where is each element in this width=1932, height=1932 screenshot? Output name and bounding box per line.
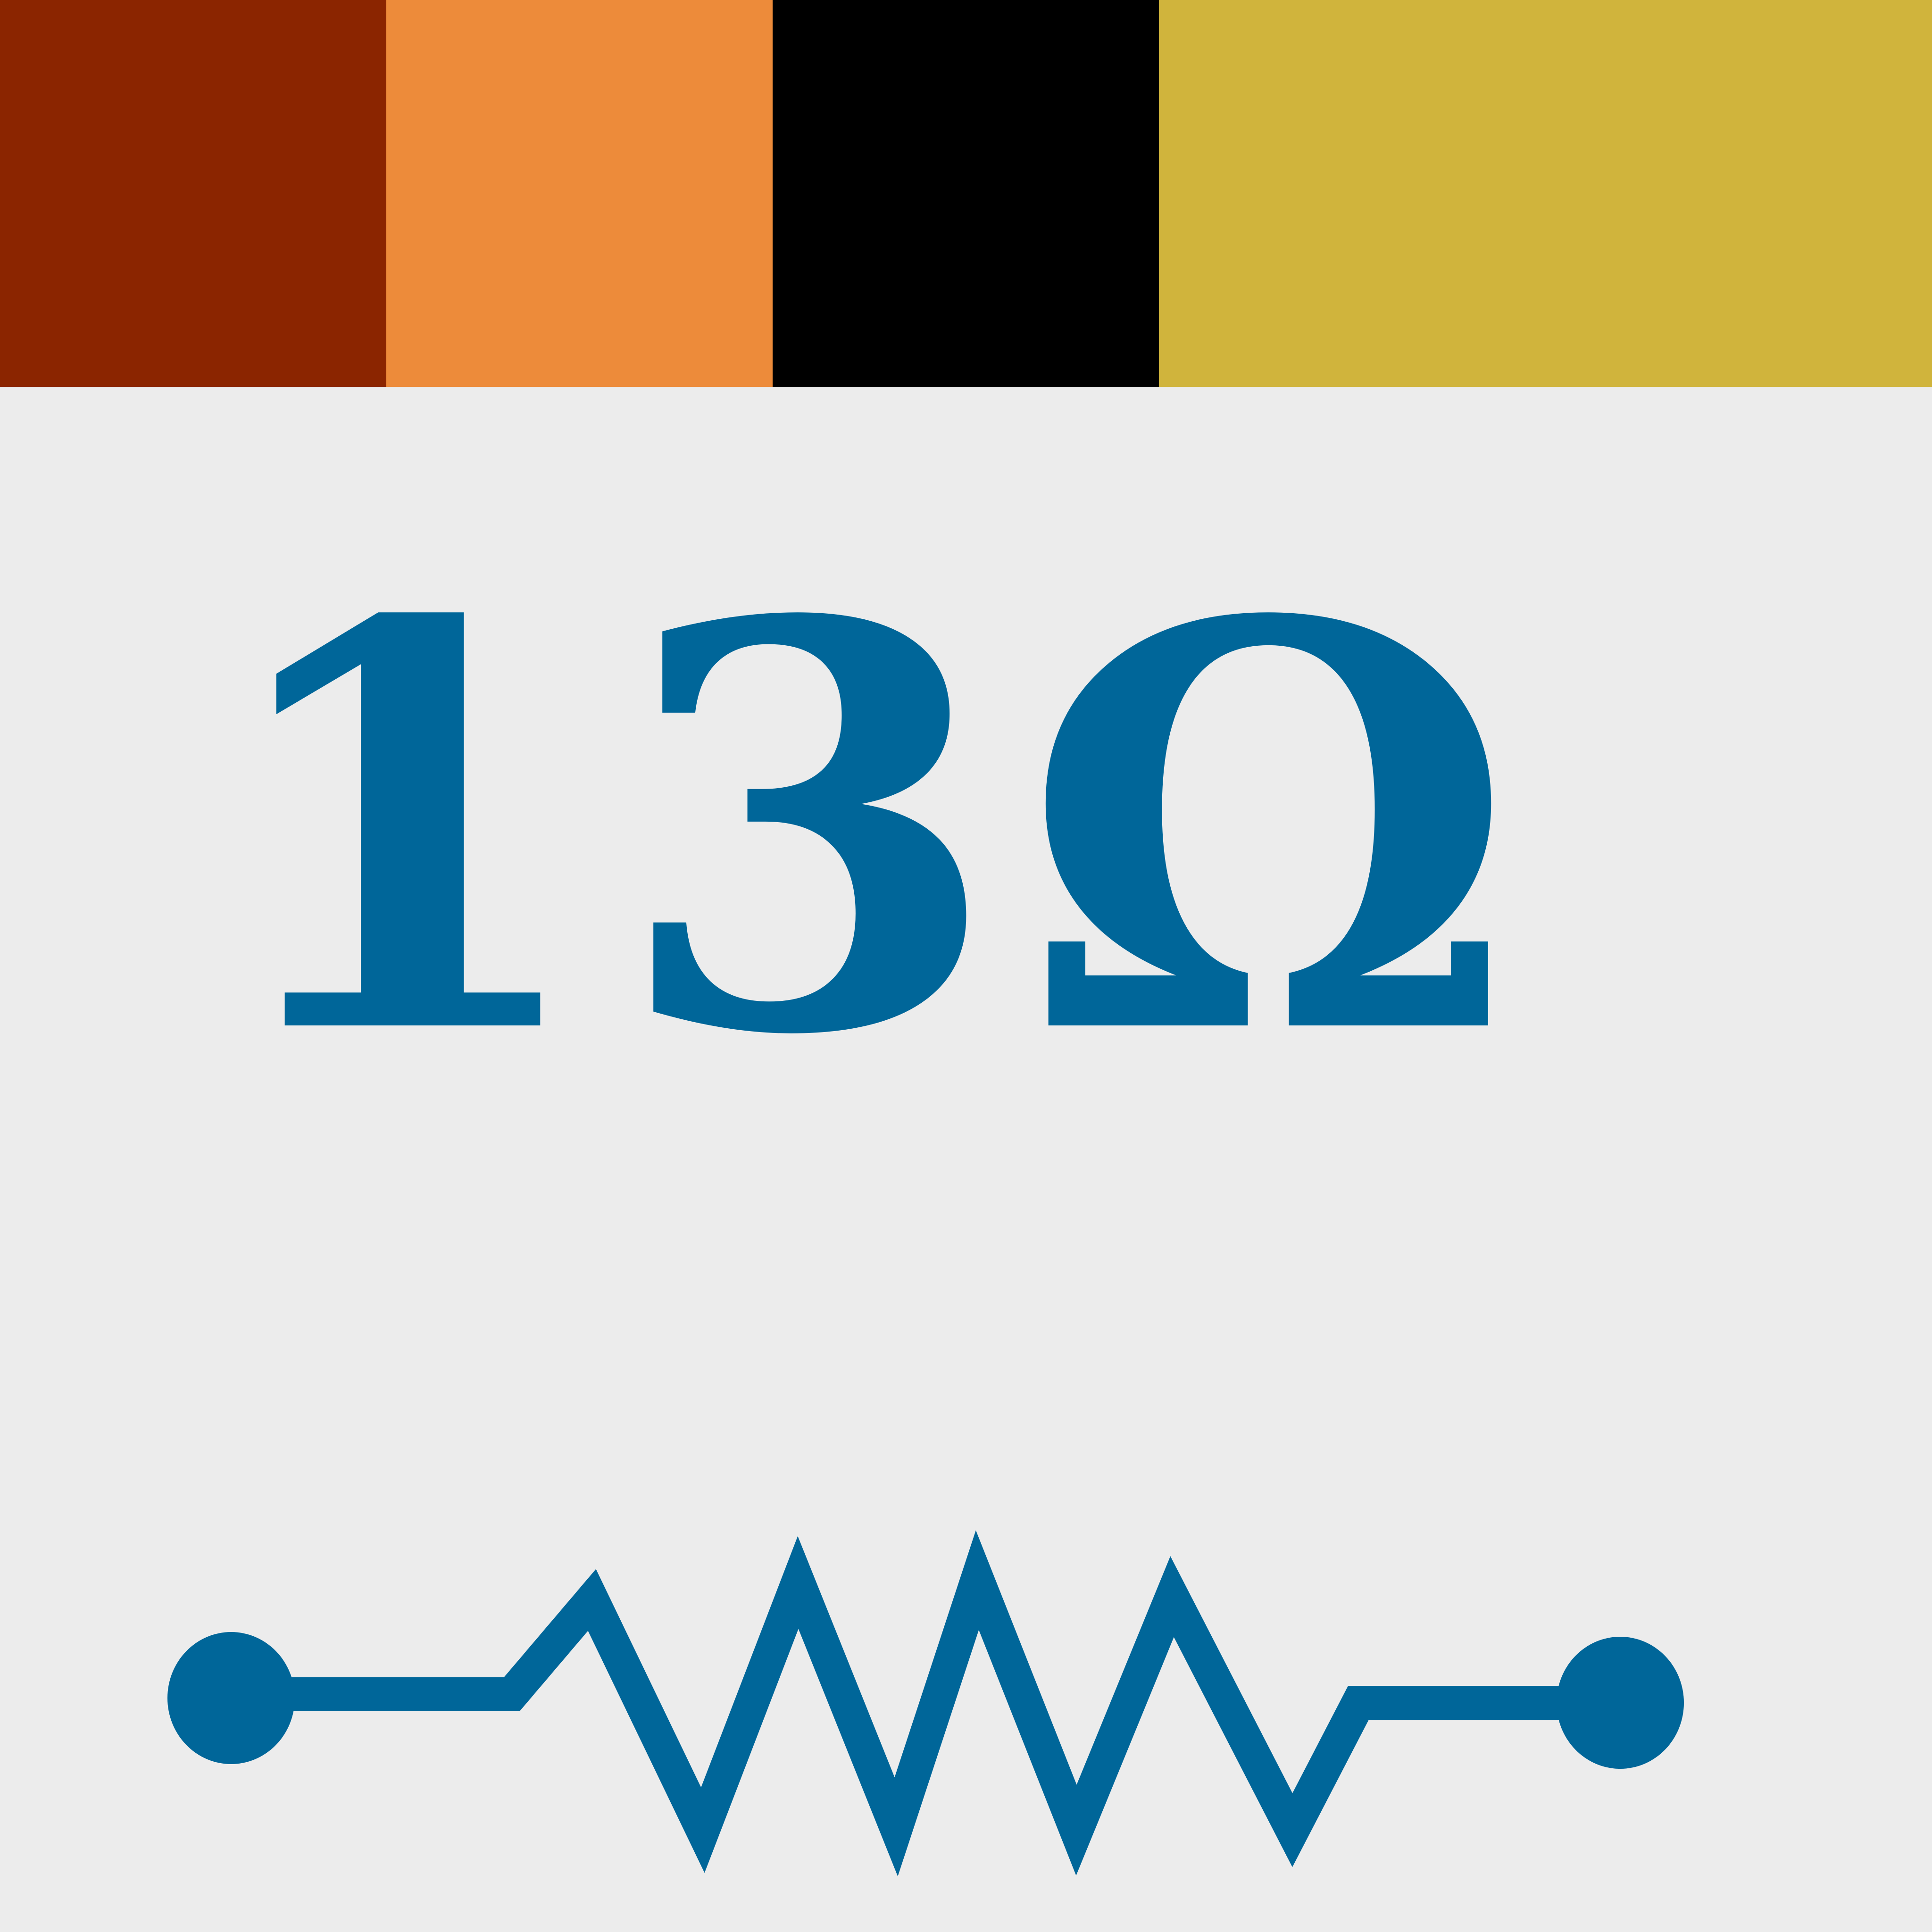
color-band-3 (773, 0, 1159, 387)
left-terminal (167, 1632, 295, 1764)
color-band-1 (0, 0, 386, 387)
resistor-symbol-icon (167, 1530, 1684, 1876)
right-terminal (1557, 1637, 1684, 1769)
resistance-value: 13Ω (208, 503, 1535, 1157)
resistor-lead-and-zigzag (278, 1530, 1575, 1876)
resistor-card: 13Ω (0, 0, 1932, 1932)
color-bands (0, 0, 1932, 387)
color-band-4 (1159, 0, 1932, 387)
color-band-2 (386, 0, 773, 387)
